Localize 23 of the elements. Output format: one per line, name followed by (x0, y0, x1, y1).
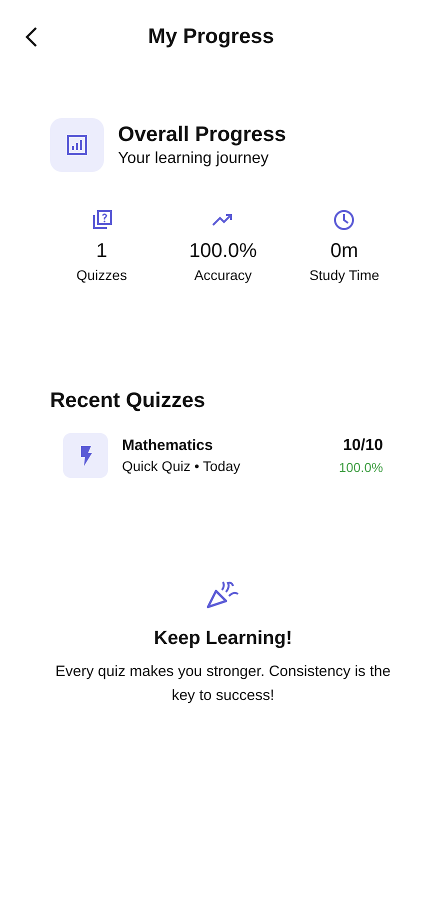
quiz-meta: Quick Quiz • Today (122, 458, 242, 474)
card-subtitle: Your learning journey (118, 150, 270, 168)
quiz-percent: 100.0% (338, 460, 383, 474)
motivation-text: Every quiz makes you stronger. Consistency is the key to success! (54, 662, 392, 706)
clock-icon (333, 209, 356, 231)
card-title: Overall Progress (118, 122, 286, 146)
section-title: Recent Quizzes (50, 389, 206, 413)
lightning-icon (80, 446, 92, 466)
stat-value: 0m (330, 240, 358, 263)
motivation-title: Keep Learning! (154, 628, 292, 650)
stat-value: 100.0% (189, 240, 257, 263)
stat-value: 1 (96, 240, 108, 263)
quiz-stack-icon (92, 210, 112, 230)
stat-label: Accuracy (194, 267, 252, 283)
stat-label: Study Time (309, 267, 380, 283)
quiz-score: 10/10 (342, 436, 383, 454)
stat-label: Quizzes (76, 267, 127, 283)
page-title: My Progress (146, 25, 276, 49)
quiz-row[interactable]: Mathematics Quick Quiz • Today 10/10 100.0% (63, 433, 383, 478)
quiz-subject: Mathematics (122, 437, 214, 454)
chart-icon (66, 134, 88, 156)
back-icon[interactable] (24, 26, 38, 48)
trending-up-icon (212, 213, 234, 227)
